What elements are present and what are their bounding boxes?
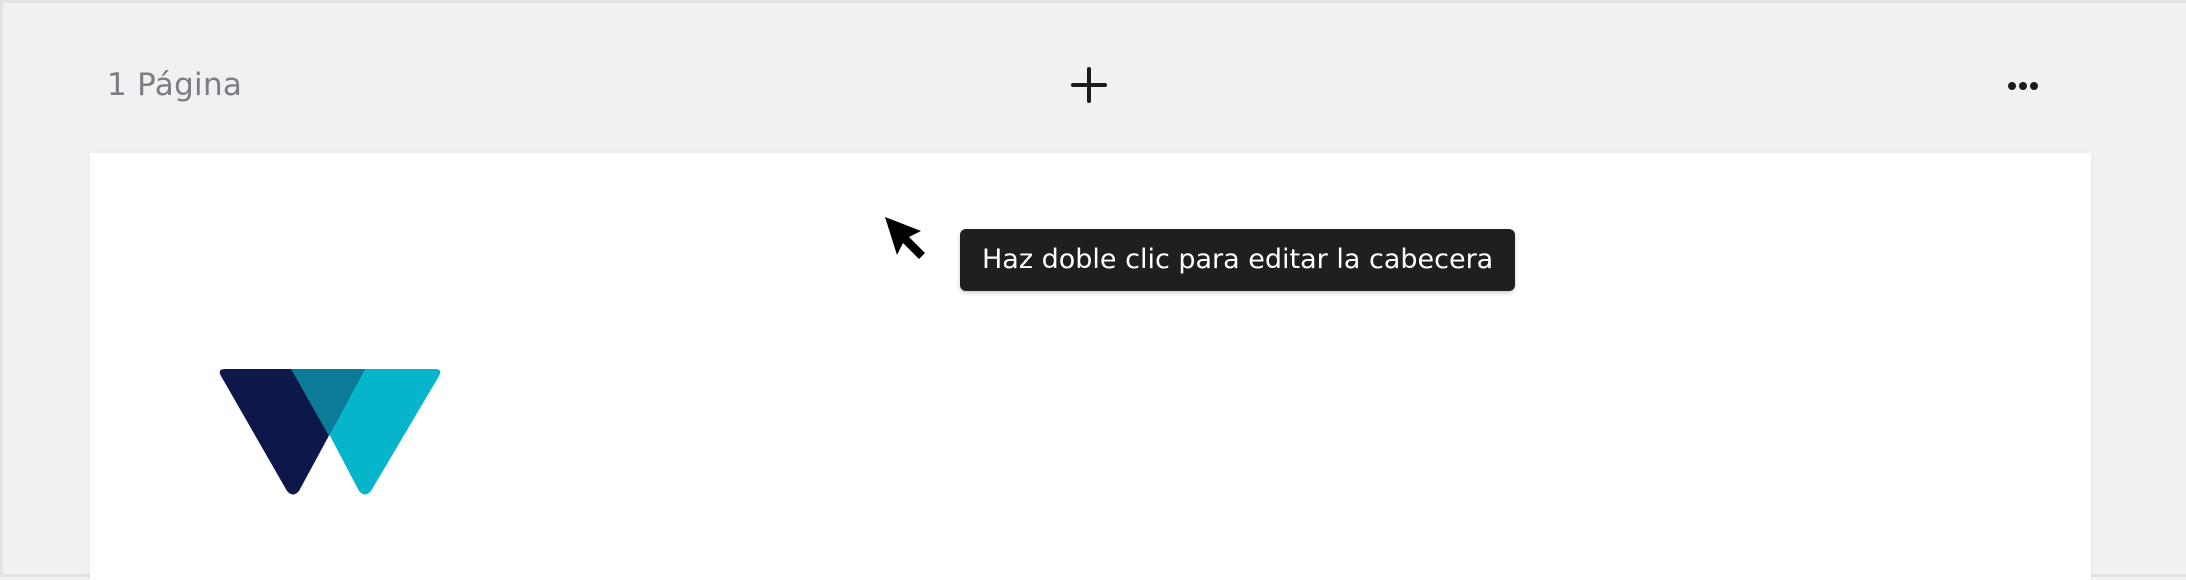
more-horizontal-icon — [2008, 82, 2038, 90]
header-edit-tooltip: Haz doble clic para editar la cabecera — [960, 229, 1516, 291]
plus-icon — [1071, 67, 1107, 103]
company-logo — [219, 369, 441, 495]
page-toolbar: 1 Página — [3, 3, 2186, 153]
editor-frame: 1 Página Haz doble clic para editar la c… — [0, 0, 2186, 580]
arrow-cursor-icon — [885, 217, 925, 259]
add-page-button[interactable] — [1069, 65, 1109, 105]
page-count-label: 1 Página — [107, 67, 243, 103]
more-options-button[interactable] — [2002, 71, 2046, 101]
